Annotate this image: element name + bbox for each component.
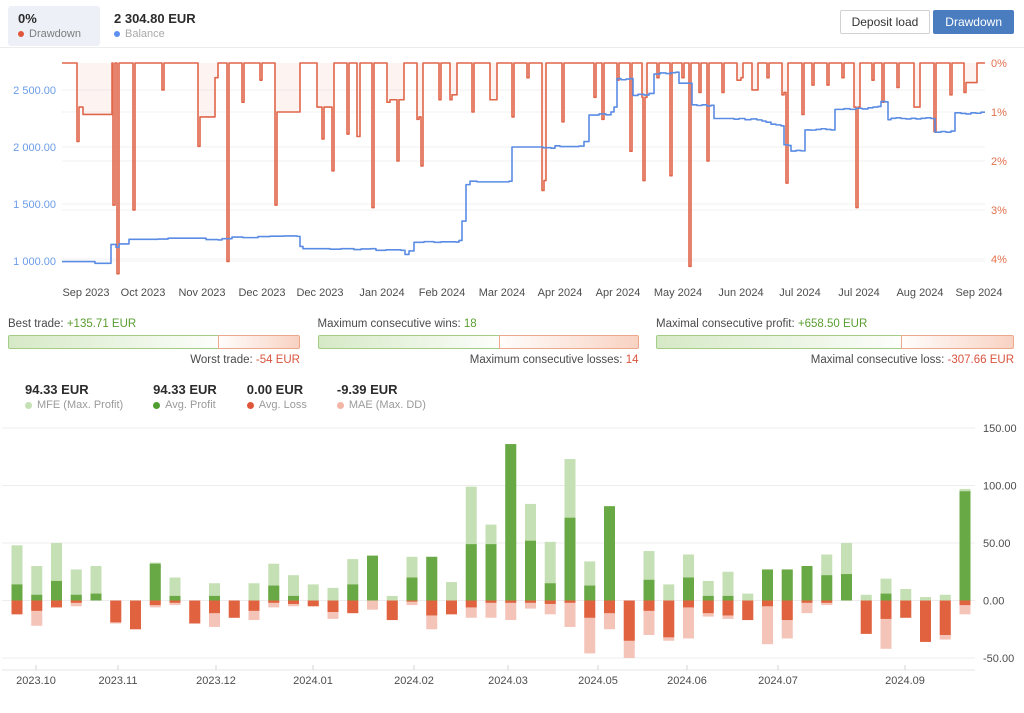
best-trade-label: Best trade: [8,318,64,330]
avg-loss-label: Avg. Loss [259,399,307,411]
svg-text:150.00: 150.00 [983,423,1017,435]
worst-trade-value: -54 EUR [256,354,300,366]
max-consecutive-losses-value: 14 [626,354,639,366]
balance-legend-label: Balance [125,28,165,40]
svg-text:Feb 2024: Feb 2024 [419,287,465,299]
svg-text:Jul 2024: Jul 2024 [838,287,880,299]
svg-text:2023.11: 2023.11 [99,675,138,687]
mfe-value: 94.33 EUR [25,382,123,397]
drawdown-legend-label: Drawdown [29,28,81,40]
svg-text:Apr 2024: Apr 2024 [596,287,641,299]
svg-text:2%: 2% [991,156,1007,168]
max-consecutive-wins-value: 18 [464,318,477,330]
max-consecutive-losses-label: Maximum consecutive losses: [470,354,623,366]
avg-profit-value: 94.33 EUR [153,382,217,397]
svg-text:2024.06: 2024.06 [667,675,707,687]
svg-text:2 500.00: 2 500.00 [13,85,56,97]
wins-red-bar [499,335,638,349]
svg-text:2024.02: 2024.02 [394,675,434,687]
drawdown-button[interactable]: Drawdown [933,10,1014,34]
svg-text:Mar 2024: Mar 2024 [479,287,525,299]
svg-text:Oct 2023: Oct 2023 [121,287,166,299]
svg-text:Apr 2024: Apr 2024 [538,287,583,299]
svg-text:Jun 2024: Jun 2024 [718,287,763,299]
svg-text:1 500.00: 1 500.00 [13,199,56,211]
chart-mode-switch: Deposit load Drawdown [840,10,1014,34]
svg-text:3%: 3% [991,205,1007,217]
svg-text:2 000.00: 2 000.00 [13,142,56,154]
profit-green-bar [656,335,901,349]
svg-text:Dec 2023: Dec 2023 [238,287,285,299]
svg-text:Aug 2024: Aug 2024 [896,287,943,299]
svg-text:Jan 2024: Jan 2024 [359,287,404,299]
worst-trade-label: Worst trade: [190,354,252,366]
avg-loss-stat: 0.00 EUR Avg. Loss [247,382,307,420]
mae-label: MAE (Max. DD) [349,399,426,411]
balance-summary[interactable]: 2 304.80 EUR Balance [114,6,196,40]
mfe-dot-icon [25,402,32,409]
drawdown-summary-badge[interactable]: 0% Drawdown [8,6,100,46]
drawdown-percent-value: 0% [18,11,88,26]
svg-text:1 000.00: 1 000.00 [13,256,56,268]
balance-dot-icon [114,31,120,37]
avg-loss-value: 0.00 EUR [247,382,307,397]
mfe-label: MFE (Max. Profit) [37,399,123,411]
best-trade-value: +135.71 EUR [67,318,136,330]
mae-dot-icon [337,402,344,409]
avg-profit-stat: 94.33 EUR Avg. Profit [153,382,217,420]
consecutive-profit-bar: Maximal consecutive profit: +658.50 EUR … [656,318,1014,366]
svg-text:2023.12: 2023.12 [196,675,236,687]
svg-text:2024.01: 2024.01 [293,675,333,687]
deposit-load-button[interactable]: Deposit load [840,10,931,34]
svg-text:4%: 4% [991,254,1007,266]
profit-red-bar [901,335,1014,349]
svg-text:2024.07: 2024.07 [758,675,798,687]
svg-text:Sep 2023: Sep 2023 [62,287,109,299]
max-consecutive-loss-label: Maximal consecutive loss: [811,354,945,366]
svg-text:2023.10: 2023.10 [16,675,56,687]
svg-text:2024.05: 2024.05 [578,675,618,687]
avg-profit-dot-icon [153,402,160,409]
balance-drawdown-chart: 2 500.00 2 000.00 1 500.00 1 000.00 0% 1% 2% 3%… [0,48,1024,308]
consecutive-wins-bar: Maximum consecutive wins: 18 Maximum con… [318,318,639,366]
svg-text:May 2024: May 2024 [654,287,702,299]
max-consecutive-profit-value: +658.50 EUR [798,318,867,330]
avg-loss-dot-icon [247,402,254,409]
max-consecutive-profit-label: Maximal consecutive profit: [656,318,795,330]
svg-text:Dec 2023: Dec 2023 [296,287,343,299]
svg-text:Nov 2023: Nov 2023 [178,287,225,299]
best-trade-green-bar [8,335,218,349]
balance-value: 2 304.80 EUR [114,11,196,26]
mae-value: -9.39 EUR [337,382,426,397]
svg-text:0.00: 0.00 [983,596,1004,608]
svg-text:Jul 2024: Jul 2024 [779,287,821,299]
best-trade-bar: Best trade: +135.71 EUR Worst trade: -54… [8,318,300,366]
header: 0% Drawdown 2 304.80 EUR Balance Deposit… [0,0,1024,48]
svg-text:Sep 2024: Sep 2024 [955,287,1002,299]
trade-stats-legend: 94.33 EUR MFE (Max. Profit) 94.33 EUR Av… [0,366,1024,420]
mae-stat: -9.39 EUR MAE (Max. DD) [337,382,426,420]
svg-text:0%: 0% [991,58,1007,70]
trade-extremes-section: Best trade: +135.71 EUR Worst trade: -54… [0,308,1024,366]
mfe-stat: 94.33 EUR MFE (Max. Profit) [25,382,123,420]
avg-profit-label: Avg. Profit [165,399,216,411]
svg-text:100.00: 100.00 [983,481,1017,493]
wins-green-bar [318,335,500,349]
svg-text:-50.00: -50.00 [983,653,1014,665]
svg-text:50.00: 50.00 [983,538,1011,550]
max-consecutive-loss-value: -307.66 EUR [948,354,1014,366]
svg-text:1%: 1% [991,107,1007,119]
svg-text:2024.03: 2024.03 [488,675,528,687]
drawdown-dot-icon [18,31,24,37]
max-consecutive-wins-label: Maximum consecutive wins: [318,318,461,330]
svg-text:2024.09: 2024.09 [885,675,925,687]
best-trade-red-bar [218,335,300,349]
mfe-mae-chart: 150.00 100.00 50.00 0.00 -50.00 2023.10 2023.1… [0,420,1024,693]
